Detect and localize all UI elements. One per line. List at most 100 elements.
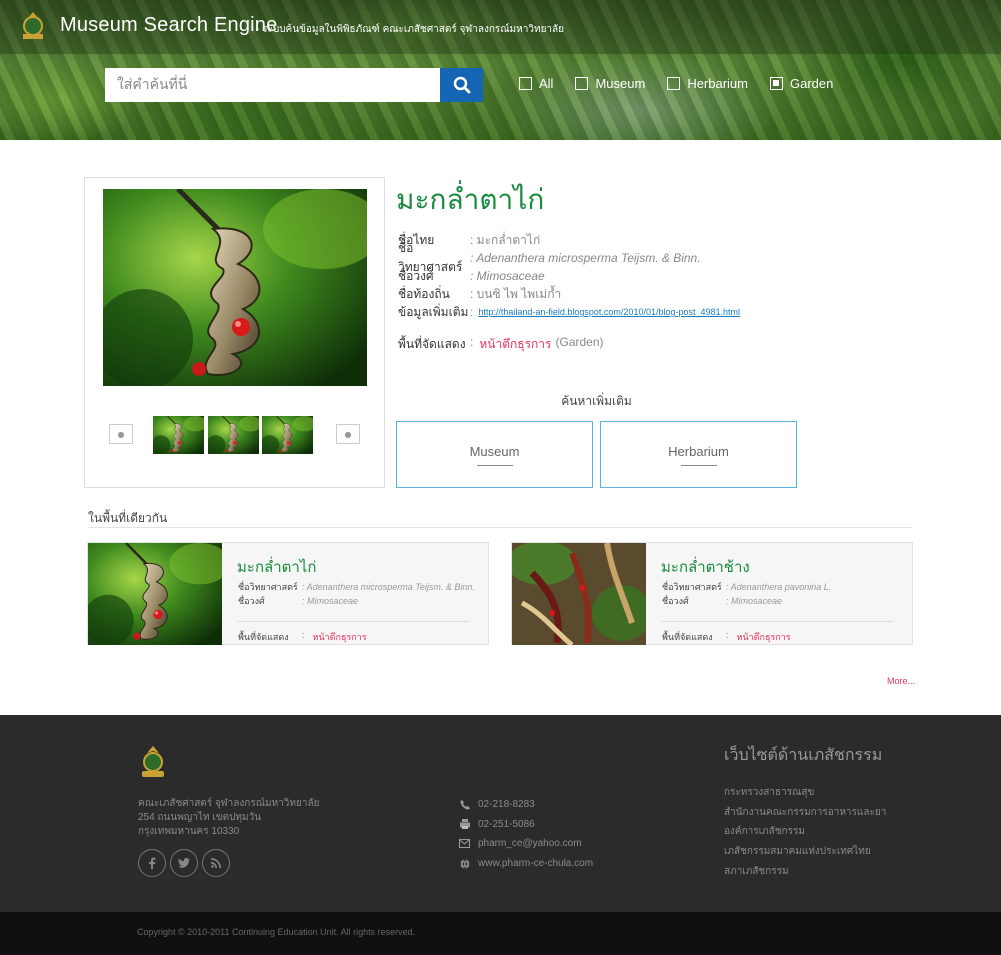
footer-address: คณะเภสัชศาสตร์ จุฬาลงกรณ์มหาวิทยาลัย 254… [138, 798, 320, 837]
rss-button[interactable] [202, 849, 230, 877]
contact-fax: 02-251-5086 [459, 815, 593, 835]
related-section-title: ในพื้นที่เดียวกัน [88, 511, 168, 525]
divider [662, 621, 894, 622]
contact-website-text[interactable]: www.pharm-ce-chula.com [478, 858, 593, 869]
more-link[interactable]: More... [887, 676, 915, 686]
filter-all[interactable]: All [519, 76, 553, 91]
card-sci-value: : Adenanthera pavonina L. [726, 582, 832, 592]
pharmacy-link[interactable]: องค์การเภสัชกรรม [724, 822, 886, 842]
faculty-logo[interactable] [18, 10, 48, 42]
contact-email[interactable]: pharm_ce@yahoo.com [459, 834, 593, 854]
detail-row: ชื่อวงศ์ : Mimosaceae [398, 267, 740, 285]
museum-button-label: Museum [469, 443, 520, 459]
search-button[interactable] [440, 68, 483, 102]
contact-website[interactable]: www.pharm-ce-chula.com [459, 854, 593, 874]
museum-button[interactable]: Museum [396, 421, 593, 488]
related-card[interactable]: มะกล่ำตาช้าง ชื่อวิทยาศาสตร์ : Adenanther… [511, 542, 913, 645]
prev-thumb-button[interactable]: ● [109, 424, 133, 444]
copyright-bar: Copyright © 2010-2011 Continuing Educati… [0, 912, 1001, 955]
twitter-button[interactable] [170, 849, 198, 877]
card-family-label: ชื่อวงศ์ [238, 596, 265, 606]
contact-email-text[interactable]: pharm_ce@yahoo.com [478, 838, 582, 849]
card-display-link[interactable]: หน้าตึกธุรการ [737, 630, 791, 644]
card-sci-value: : Adenanthera microsperma Teijsm. & Binn… [302, 582, 475, 592]
display-area-link[interactable]: หน้าตึกธุรการ [479, 335, 551, 354]
card-display-label: พื้นที่จัดแสดง [238, 632, 289, 642]
herbarium-button-label: Herbarium [668, 443, 729, 459]
pharmacy-link[interactable]: สำนักงานคณะกรรมการอาหารและยา [724, 803, 886, 823]
card-sci-label: ชื่อวิทยาศาสตร์ [662, 582, 722, 592]
filter-herbarium-label: Herbarium [687, 76, 748, 91]
detail-row: ข้อมูลเพิ่มเติม : http://thailand-an-fie… [398, 303, 740, 321]
card-title[interactable]: มะกล่ำตาไก่ [237, 555, 316, 579]
checkbox-herbarium[interactable] [667, 77, 681, 90]
checkbox-museum[interactable] [575, 77, 589, 90]
display-area-type: (Garden) [555, 335, 604, 349]
photo-gallery: ● ● [84, 177, 385, 488]
card-display-area: พื้นที่จัดแสดง : หน้าตึกธุรการ [238, 630, 367, 644]
pharmacy-links-title: เว็บไซต์ด้านเภสัชกรรม [724, 747, 883, 764]
pharmacy-links: กระทรวงสาธารณสุข สำนักงานคณะกรรมการอาหาร… [724, 783, 886, 881]
search-filters: All Museum Herbarium Garden [519, 76, 855, 91]
related-card[interactable]: มะกล่ำตาไก่ ชื่อวิทยาศาสตร์ : Adenanthera… [87, 542, 489, 645]
card-display-area: พื้นที่จัดแสดง : หน้าตึกธุรการ [662, 630, 791, 644]
card-display-separator: : [302, 630, 305, 640]
thumbnail[interactable] [262, 416, 313, 454]
more-info-separator: : [470, 305, 474, 319]
family-label: ชื่อวงศ์ [398, 268, 434, 283]
pharmacy-link[interactable]: เภสัชกรรมสมาคมแห่งประเทศไทย [724, 842, 886, 862]
phone-icon [459, 799, 470, 810]
search-placeholder: ใส่คำค้นที่นี่ [117, 76, 188, 92]
facebook-button[interactable] [138, 849, 166, 877]
display-area-label: พื้นที่จัดแสดง [398, 337, 466, 351]
card-details: ชื่อวิทยาศาสตร์ : Adenanthera microsperma… [238, 580, 475, 608]
social-links [138, 849, 234, 877]
filter-all-label: All [539, 76, 554, 91]
display-area-separator: : [470, 335, 474, 349]
underline [476, 464, 513, 466]
card-sci-label: ชื่อวิทยาศาสตร์ [238, 582, 298, 592]
more-info-label: ข้อมูลเพิ่มเติม [398, 304, 469, 319]
globe-icon [459, 858, 470, 869]
more-info-link[interactable]: http://thailand-an-field.blogspot.com/20… [478, 307, 740, 317]
filter-garden[interactable]: Garden [770, 76, 833, 91]
card-family-value: : Mimosaceae [726, 596, 783, 606]
card-display-label: พื้นที่จัดแสดง [662, 632, 713, 642]
checkbox-all[interactable] [519, 77, 532, 90]
pharmacy-link[interactable]: กระทรวงสาธารณสุข [724, 783, 886, 803]
underline [680, 464, 717, 466]
card-image[interactable] [88, 543, 222, 645]
item-details: ชื่อไทย : มะกล่ำตาไก่ ชื่อวิทยาศาสตร์ : … [398, 231, 740, 321]
site-title[interactable]: Museum Search Engine [60, 14, 277, 37]
card-image[interactable] [512, 543, 646, 645]
card-title[interactable]: มะกล่ำตาช้าง [661, 555, 750, 579]
pharmacy-link[interactable]: สภาเภสัชกรรม [724, 861, 886, 881]
local-name-label: ชื่อท้องถิ่น [398, 286, 450, 301]
search-icon [453, 76, 470, 94]
checkbox-garden[interactable] [770, 77, 783, 90]
filter-museum[interactable]: Museum [575, 76, 645, 91]
item-title: มะกล่ำตาไก่ [396, 184, 545, 215]
thumbnail[interactable] [208, 416, 259, 454]
contact-fax-text: 02-251-5086 [478, 818, 535, 830]
local-name-value: : บนซิ ไพ ไพเม่ก้ำ [470, 286, 562, 301]
search-input[interactable]: ใส่คำค้นที่นี่ [105, 68, 440, 102]
more-search-title: ค้นหาเพิ่มเติม [561, 394, 632, 408]
herbarium-button[interactable]: Herbarium [600, 421, 797, 488]
header-banner: Museum Search Engine - ระบบค้นข้อมูลในพิ… [0, 0, 1001, 140]
rss-icon [211, 858, 221, 868]
filter-herbarium[interactable]: Herbarium [667, 76, 748, 91]
contact-phone: 02-218-8283 [459, 795, 593, 815]
site-subtitle: - ระบบค้นข้อมูลในพิพิธภัณฑ์ คณะเภสัชศาสต… [256, 24, 565, 35]
footer: คณะเภสัชศาสตร์ จุฬาลงกรณ์มหาวิทยาลัย 254… [0, 715, 1001, 912]
main-photo[interactable] [103, 189, 367, 386]
next-thumb-button[interactable]: ● [336, 424, 360, 444]
twitter-icon [178, 858, 190, 868]
card-family-label: ชื่อวงศ์ [662, 596, 689, 606]
card-details: ชื่อวิทยาศาสตร์ : Adenanthera pavonina L.… [662, 580, 831, 608]
card-display-link[interactable]: หน้าตึกธุรการ [313, 630, 367, 644]
thai-name-value: : มะกล่ำตาไก่ [470, 232, 541, 247]
card-family-value: : Mimosaceae [302, 596, 359, 606]
filter-garden-label: Garden [790, 76, 834, 91]
thumbnail[interactable] [153, 416, 204, 454]
